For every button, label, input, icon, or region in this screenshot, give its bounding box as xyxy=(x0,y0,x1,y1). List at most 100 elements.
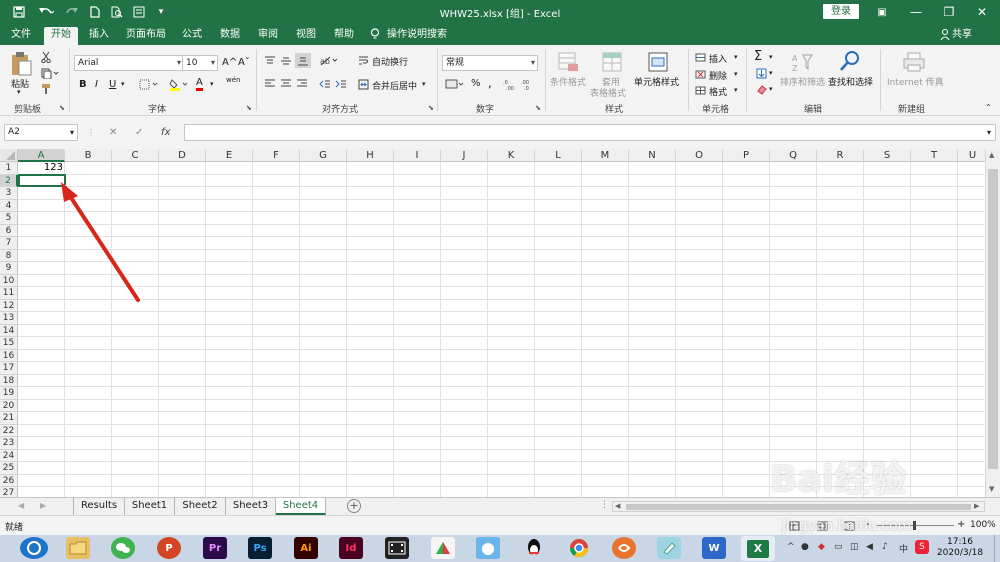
delete-cells-button[interactable]: 删除 xyxy=(709,69,727,82)
underline-dropdown-icon[interactable]: ▾ xyxy=(121,80,125,88)
qq-icon[interactable] xyxy=(522,537,546,559)
excel-taskbar-icon[interactable]: X xyxy=(741,536,775,561)
tab-view[interactable]: 视图 xyxy=(290,27,322,45)
increase-decimal-icon[interactable]: .0.00 xyxy=(502,78,516,90)
premiere-icon[interactable]: Pr xyxy=(203,537,227,559)
wechat-icon[interactable] xyxy=(111,537,135,559)
cell-styles-button[interactable]: 单元格样式 xyxy=(634,75,679,88)
app-bird-icon[interactable] xyxy=(476,537,500,559)
tab-data[interactable]: 数据 xyxy=(214,27,246,45)
autosum-icon[interactable]: Σ xyxy=(754,49,762,64)
cell-styles-icon[interactable] xyxy=(647,51,669,73)
tray-bell-icon[interactable]: ♪ xyxy=(882,542,888,552)
number-launcher-icon[interactable]: ⬊ xyxy=(535,104,541,112)
clear-dropdown-icon[interactable]: ▾ xyxy=(769,85,773,93)
tab-page-layout[interactable]: 页面布局 xyxy=(122,27,170,45)
word-icon[interactable]: W xyxy=(702,537,726,559)
number-format-select[interactable]: 常规 ▾ xyxy=(442,55,538,71)
wrap-text-button[interactable]: 自动换行 xyxy=(372,55,408,68)
copy-icon[interactable] xyxy=(40,67,60,79)
merge-center-icon[interactable] xyxy=(357,78,369,90)
delete-dropdown-icon[interactable]: ▾ xyxy=(734,70,738,78)
app-note-icon[interactable] xyxy=(657,537,681,559)
tray-qq-icon[interactable]: ● xyxy=(801,542,809,552)
cut-icon[interactable] xyxy=(40,51,52,63)
phonetic-button[interactable]: wén xyxy=(226,76,240,84)
font-color-button[interactable]: A xyxy=(196,77,203,91)
sort-filter-button[interactable]: 排序和筛选 xyxy=(780,75,825,88)
alignment-launcher-icon[interactable]: ⬊ xyxy=(428,104,434,112)
font-size-select[interactable]: 10 ▾ xyxy=(182,55,218,71)
scroll-up-icon[interactable]: ▲ xyxy=(989,151,994,159)
sheet-tab-sheet2[interactable]: Sheet2 xyxy=(175,498,226,515)
vertical-scroll-thumb[interactable] xyxy=(988,169,998,469)
zoom-level[interactable]: 100% xyxy=(970,520,996,530)
comma-button[interactable]: , xyxy=(488,76,492,90)
sheet-tab-sheet1[interactable]: Sheet1 xyxy=(125,498,175,515)
prev-sheet-icon[interactable]: ◀ xyxy=(18,501,24,510)
tab-review[interactable]: 审阅 xyxy=(252,27,284,45)
tab-split-icon[interactable]: ⋮ xyxy=(600,500,609,510)
bold-button[interactable]: B xyxy=(79,79,87,90)
fill-icon[interactable] xyxy=(755,67,767,79)
illustrator-icon[interactable]: Ai xyxy=(294,537,318,559)
share-button[interactable]: 共享 xyxy=(952,27,972,43)
accounting-format-icon[interactable] xyxy=(444,77,466,91)
insert-cells-button[interactable]: 插入 xyxy=(709,52,727,65)
grow-font-button[interactable]: A^ xyxy=(222,57,237,68)
photoshop-icon[interactable]: Ps xyxy=(248,537,272,559)
font-name-select[interactable]: Arial ▾ xyxy=(74,55,184,71)
tell-me-search[interactable]: 操作说明搜索 xyxy=(386,27,448,45)
ime-indicator[interactable]: 中 xyxy=(899,542,908,555)
align-top-icon[interactable] xyxy=(263,55,277,67)
format-cells-button[interactable]: 格式 xyxy=(709,85,727,98)
font-color-dropdown-icon[interactable]: ▾ xyxy=(210,80,214,88)
login-button[interactable]: 登录 xyxy=(823,4,859,19)
conditional-formatting-icon[interactable] xyxy=(557,51,581,73)
align-middle-icon[interactable] xyxy=(279,55,293,67)
ribbon-display-options-icon[interactable]: ▣ xyxy=(870,2,894,22)
insert-function-icon[interactable]: fx xyxy=(161,127,170,138)
clipboard-launcher-icon[interactable]: ⬊ xyxy=(59,104,65,112)
decrease-indent-icon[interactable] xyxy=(318,78,332,90)
app-flower-icon[interactable] xyxy=(431,537,455,559)
tray-shield-icon[interactable]: ◆ xyxy=(818,542,825,552)
sheet-tab-results[interactable]: Results xyxy=(73,498,125,515)
merge-dropdown-icon[interactable]: ▾ xyxy=(422,80,426,88)
sogou-ime-icon[interactable]: S xyxy=(915,540,929,554)
align-right-icon[interactable] xyxy=(295,78,309,90)
fax-icon[interactable] xyxy=(902,51,926,73)
tab-insert[interactable]: 插入 xyxy=(82,27,116,45)
decrease-decimal-icon[interactable]: .00.0 xyxy=(520,78,534,90)
find-select-icon[interactable] xyxy=(838,49,862,73)
scroll-right-icon[interactable]: ▶ xyxy=(974,502,979,510)
insert-cells-icon[interactable] xyxy=(694,52,706,62)
borders-icon[interactable] xyxy=(138,78,160,90)
clear-icon[interactable] xyxy=(755,83,767,95)
format-as-table-line2[interactable]: 表格格式 xyxy=(590,86,626,99)
format-painter-icon[interactable] xyxy=(40,83,52,95)
name-box[interactable]: A2 ▾ xyxy=(4,124,78,141)
zoom-in-button[interactable]: + xyxy=(957,519,965,530)
format-cells-icon[interactable] xyxy=(694,85,706,95)
find-select-button[interactable]: 查找和选择 xyxy=(828,75,873,88)
enter-formula-icon[interactable]: ✓ xyxy=(135,127,143,138)
font-launcher-icon[interactable]: ⬊ xyxy=(246,104,252,112)
percent-button[interactable]: % xyxy=(471,78,481,89)
tab-help[interactable]: 帮助 xyxy=(328,27,360,45)
app-swirl-icon[interactable] xyxy=(612,537,636,559)
autosum-dropdown-icon[interactable]: ▾ xyxy=(769,53,773,61)
tray-chevron-icon[interactable]: ^ xyxy=(787,542,795,552)
show-desktop-button[interactable] xyxy=(994,535,1000,562)
formula-input[interactable] xyxy=(184,124,996,141)
tab-home[interactable]: 开始 xyxy=(44,27,78,45)
next-sheet-icon[interactable]: ▶ xyxy=(40,501,46,510)
powerpoint-icon[interactable]: P xyxy=(157,537,181,559)
conditional-formatting-button[interactable]: 条件格式 xyxy=(550,75,586,88)
orientation-icon[interactable]: ab xyxy=(318,54,340,66)
minimize-button[interactable]: — xyxy=(904,2,928,22)
tray-battery-icon[interactable]: ▭ xyxy=(834,542,843,552)
fill-dropdown-icon[interactable]: ▾ xyxy=(769,69,773,77)
shrink-font-button[interactable]: Aˇ xyxy=(238,57,250,68)
zoom-slider-thumb[interactable] xyxy=(913,521,916,530)
